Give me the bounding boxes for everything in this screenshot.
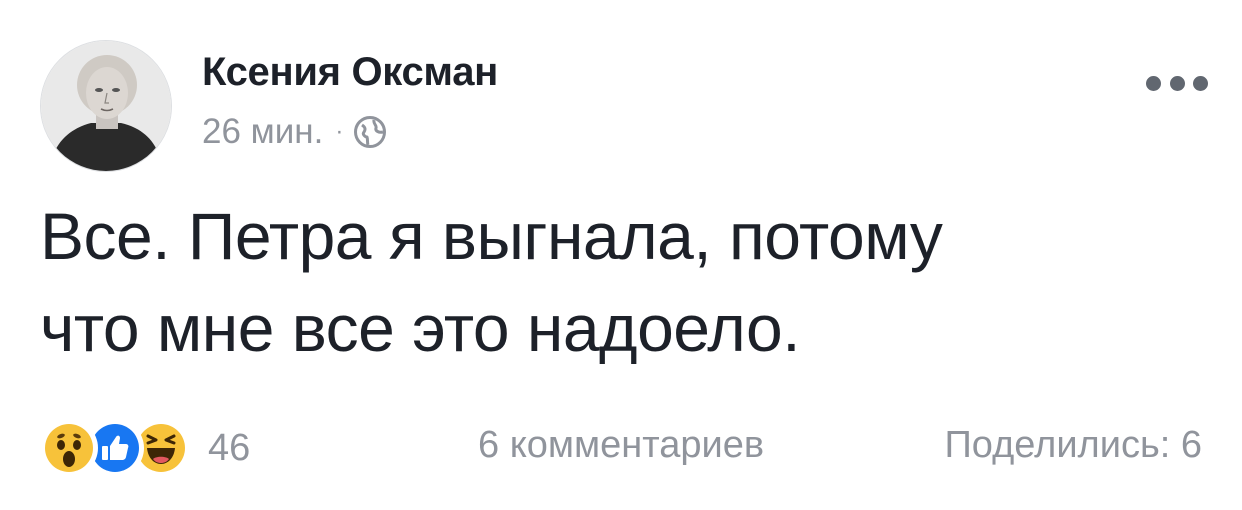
post-meta: 26 мин. · (202, 110, 387, 154)
author-name[interactable]: Ксения Оксман (202, 50, 498, 95)
more-dots-icon (1169, 75, 1185, 91)
facebook-post: Ксения Оксман 26 мин. · Все. Петра я выг… (0, 0, 1242, 510)
post-timestamp[interactable]: 26 мин. (202, 112, 323, 152)
wow-reaction-icon (40, 419, 98, 477)
author-avatar[interactable] (40, 40, 172, 172)
post-text-line: что мне все это надоело. (40, 291, 801, 365)
reaction-icons (40, 419, 190, 477)
globe-icon[interactable] (353, 115, 387, 149)
avatar-photo (41, 41, 171, 171)
meta-separator: · (335, 118, 344, 145)
reactions-summary[interactable]: 46 (40, 418, 250, 478)
post-text: Все. Петра я выгнала, потому что мне все… (40, 190, 1210, 374)
post-text-line: Все. Петра я выгнала, потому (40, 199, 943, 273)
shares-link[interactable]: Поделились: 6 (944, 424, 1202, 467)
more-options-button[interactable] (1146, 66, 1208, 100)
comments-link[interactable]: 6 комментариев (478, 424, 764, 467)
more-dots-icon (1146, 75, 1161, 91)
reaction-count: 46 (208, 426, 251, 469)
more-dots-icon (1193, 75, 1208, 91)
